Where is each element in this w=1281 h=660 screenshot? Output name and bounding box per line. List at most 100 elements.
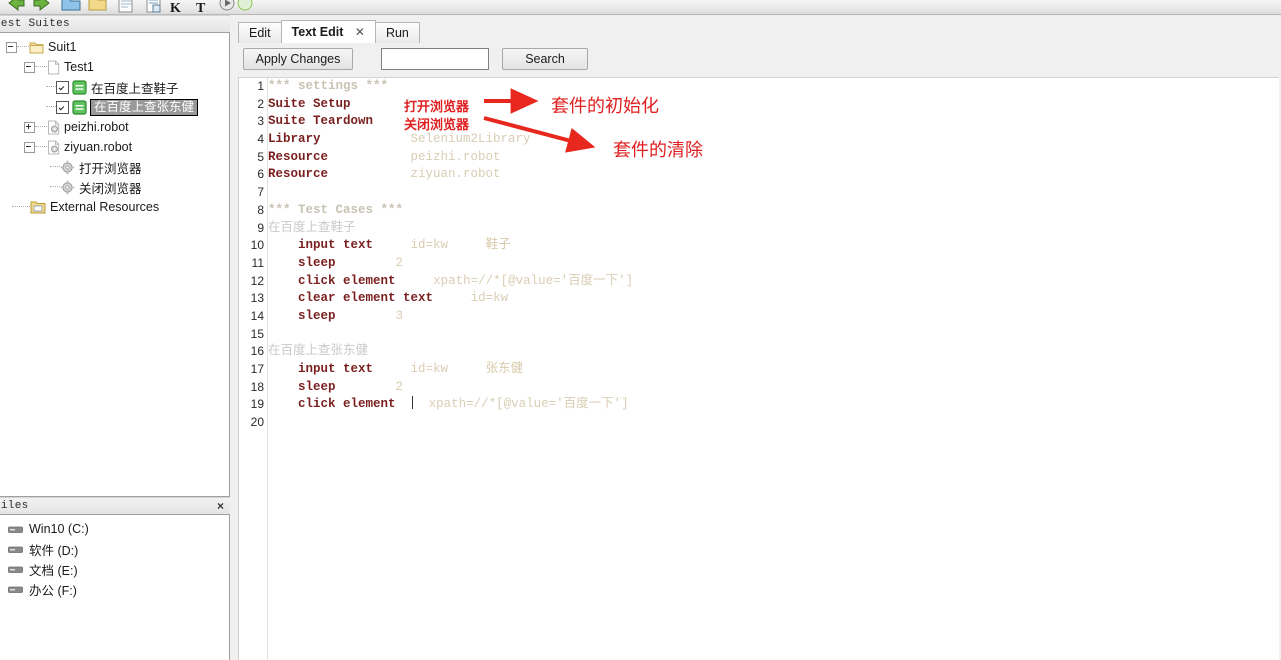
search-button[interactable]: Search bbox=[502, 48, 588, 70]
tab-edit[interactable]: Edit bbox=[238, 22, 282, 43]
code-token: Selenium2Library bbox=[410, 132, 531, 147]
robot-file-icon bbox=[48, 140, 60, 154]
ext-resources-icon bbox=[30, 201, 46, 214]
code-token: sleep bbox=[298, 255, 336, 270]
tree-item-external-resources[interactable]: External Resources bbox=[0, 197, 229, 217]
line-number: 14 bbox=[250, 308, 264, 323]
close-icon[interactable]: × bbox=[217, 498, 224, 515]
code-line[interactable]: Suite Teardown bbox=[268, 113, 1281, 131]
tree-item-ziyuan-robot[interactable]: ziyuan.robot bbox=[0, 137, 229, 157]
code-line[interactable]: Library Selenium2Library bbox=[268, 131, 1281, 149]
tree-item-keyword-close-browser[interactable]: 关闭浏览器 bbox=[0, 177, 229, 197]
expander-peizhi[interactable] bbox=[24, 121, 35, 133]
line-number: 15 bbox=[250, 326, 264, 341]
back-arrow-icon[interactable] bbox=[4, 0, 26, 14]
code-line[interactable] bbox=[268, 184, 1281, 202]
expander-test1[interactable] bbox=[24, 61, 35, 73]
files-title: Files bbox=[0, 500, 29, 512]
apply-changes-button[interactable]: Apply Changes bbox=[243, 48, 353, 70]
code-line[interactable]: 在百度上查鞋子 bbox=[268, 220, 1281, 238]
line-number: 12 bbox=[250, 273, 264, 288]
new-file-icon[interactable] bbox=[114, 0, 136, 14]
code-line[interactable]: clear element text id=kw bbox=[268, 290, 1281, 308]
drive-icon bbox=[8, 566, 23, 573]
tree-item-peizhi-robot[interactable]: peizhi.robot bbox=[0, 117, 229, 137]
text-editor[interactable]: 1 2 3 4 5 6 7 8 9 10 11 12 13 14 15 16 17 18 19 20 *** sett… bbox=[238, 78, 1281, 660]
keyword-k-icon[interactable]: K bbox=[170, 0, 192, 14]
expander-ziyuan[interactable] bbox=[24, 141, 35, 153]
code-line[interactable]: Suite Setup bbox=[268, 96, 1281, 114]
list-item[interactable]: Win10 (C:) bbox=[0, 519, 229, 539]
code-token: id=kw bbox=[470, 291, 509, 306]
file-icon bbox=[48, 60, 60, 74]
search-input[interactable] bbox=[381, 48, 489, 70]
forward-arrow-icon[interactable] bbox=[32, 0, 54, 14]
code-token: peizhi.robot bbox=[410, 149, 501, 164]
list-item[interactable]: 办公 (F:) bbox=[0, 579, 229, 599]
code-line[interactable]: click element xpath=//*[@value='百度一下'] bbox=[268, 396, 1281, 414]
tree-root: Suit1 Test1 在百度上查鞋子 在百度上查张东健 peizhi.robo… bbox=[0, 33, 229, 217]
code-line[interactable]: sleep 3 bbox=[268, 308, 1281, 326]
tree-connector bbox=[35, 146, 47, 148]
testcase-checkbox[interactable] bbox=[56, 80, 69, 94]
code-token: xpath=//*[@value='百度一下'] bbox=[428, 397, 629, 412]
open-folder-icon[interactable] bbox=[60, 0, 82, 14]
new-folder-icon[interactable] bbox=[86, 0, 108, 14]
gear-icon bbox=[60, 160, 75, 174]
testcase-checkbox[interactable] bbox=[56, 100, 69, 114]
testcase-icon bbox=[72, 79, 87, 95]
line-number: 2 bbox=[257, 96, 264, 111]
test-suites-tree[interactable]: Suit1 Test1 在百度上查鞋子 在百度上查张东健 peizhi.robo… bbox=[0, 32, 230, 497]
line-number: 13 bbox=[250, 291, 264, 306]
code-line[interactable]: *** settings *** bbox=[268, 78, 1281, 96]
line-number: 8 bbox=[257, 202, 264, 217]
line-number: 5 bbox=[257, 149, 264, 164]
tree-connector bbox=[50, 166, 60, 168]
editor-area: Edit Text Edit ✕ Run Apply Changes Searc… bbox=[238, 15, 1281, 660]
tab-text-edit[interactable]: Text Edit ✕ bbox=[280, 20, 376, 43]
tree-item-suit1[interactable]: Suit1 bbox=[0, 37, 229, 57]
tag-t-icon[interactable]: T bbox=[196, 0, 218, 14]
code-line[interactable]: input text id=kw 张东健 bbox=[268, 361, 1281, 379]
tree-item-keyword-open-browser[interactable]: 打开浏览器 bbox=[0, 157, 229, 177]
code-line[interactable]: Resource peizhi.robot bbox=[268, 149, 1281, 167]
line-number: 16 bbox=[250, 344, 264, 359]
left-panel-column: Test Suites Suit1 Test1 在百度上查鞋子 在百度上查张东健… bbox=[0, 15, 230, 660]
list-item[interactable]: 文档 (E:) bbox=[0, 559, 229, 579]
code-line[interactable]: click element xpath=//*[@value='百度一下'] bbox=[268, 273, 1281, 291]
line-number: 10 bbox=[250, 238, 264, 253]
code-token: 3 bbox=[395, 308, 404, 323]
tab-run[interactable]: Run bbox=[374, 22, 420, 43]
drive-icon bbox=[8, 546, 23, 553]
tree-item-testcase-1[interactable]: 在百度上查鞋子 bbox=[0, 77, 229, 97]
code-line[interactable]: sleep 2 bbox=[268, 255, 1281, 273]
code-line[interactable] bbox=[268, 326, 1281, 344]
list-item[interactable]: 软件 (D:) bbox=[0, 539, 229, 559]
drive-label: 软件 (D:) bbox=[29, 543, 79, 558]
code-line[interactable]: input text id=kw 鞋子 bbox=[268, 237, 1281, 255]
expander-suit1[interactable] bbox=[6, 41, 17, 53]
text-caret bbox=[411, 396, 413, 410]
code-line[interactable]: Resource ziyuan.robot bbox=[268, 166, 1281, 184]
tree-item-testcase-2[interactable]: 在百度上查张东健 bbox=[0, 97, 229, 117]
code-content[interactable]: *** settings *** Suite Setup Suite Teardow… bbox=[268, 78, 1281, 660]
panel-splitter[interactable] bbox=[230, 15, 238, 660]
close-icon[interactable]: ✕ bbox=[355, 25, 365, 39]
code-line[interactable]: *** Test Cases *** bbox=[268, 202, 1281, 220]
code-line[interactable]: 在百度上查张东健 bbox=[268, 343, 1281, 361]
code-line[interactable]: sleep 2 bbox=[268, 379, 1281, 397]
line-number: 4 bbox=[257, 132, 264, 147]
stop-icon[interactable] bbox=[234, 0, 256, 14]
files-list[interactable]: Win10 (C:) 软件 (D:) 文档 (E:) 办公 (F:) bbox=[0, 514, 230, 660]
code-line[interactable] bbox=[268, 414, 1281, 432]
code-token: 在百度上查鞋子 bbox=[268, 220, 356, 235]
code-token: Library bbox=[268, 132, 321, 147]
save-file-icon[interactable] bbox=[142, 0, 164, 14]
tree-item-test1[interactable]: Test1 bbox=[0, 57, 229, 77]
